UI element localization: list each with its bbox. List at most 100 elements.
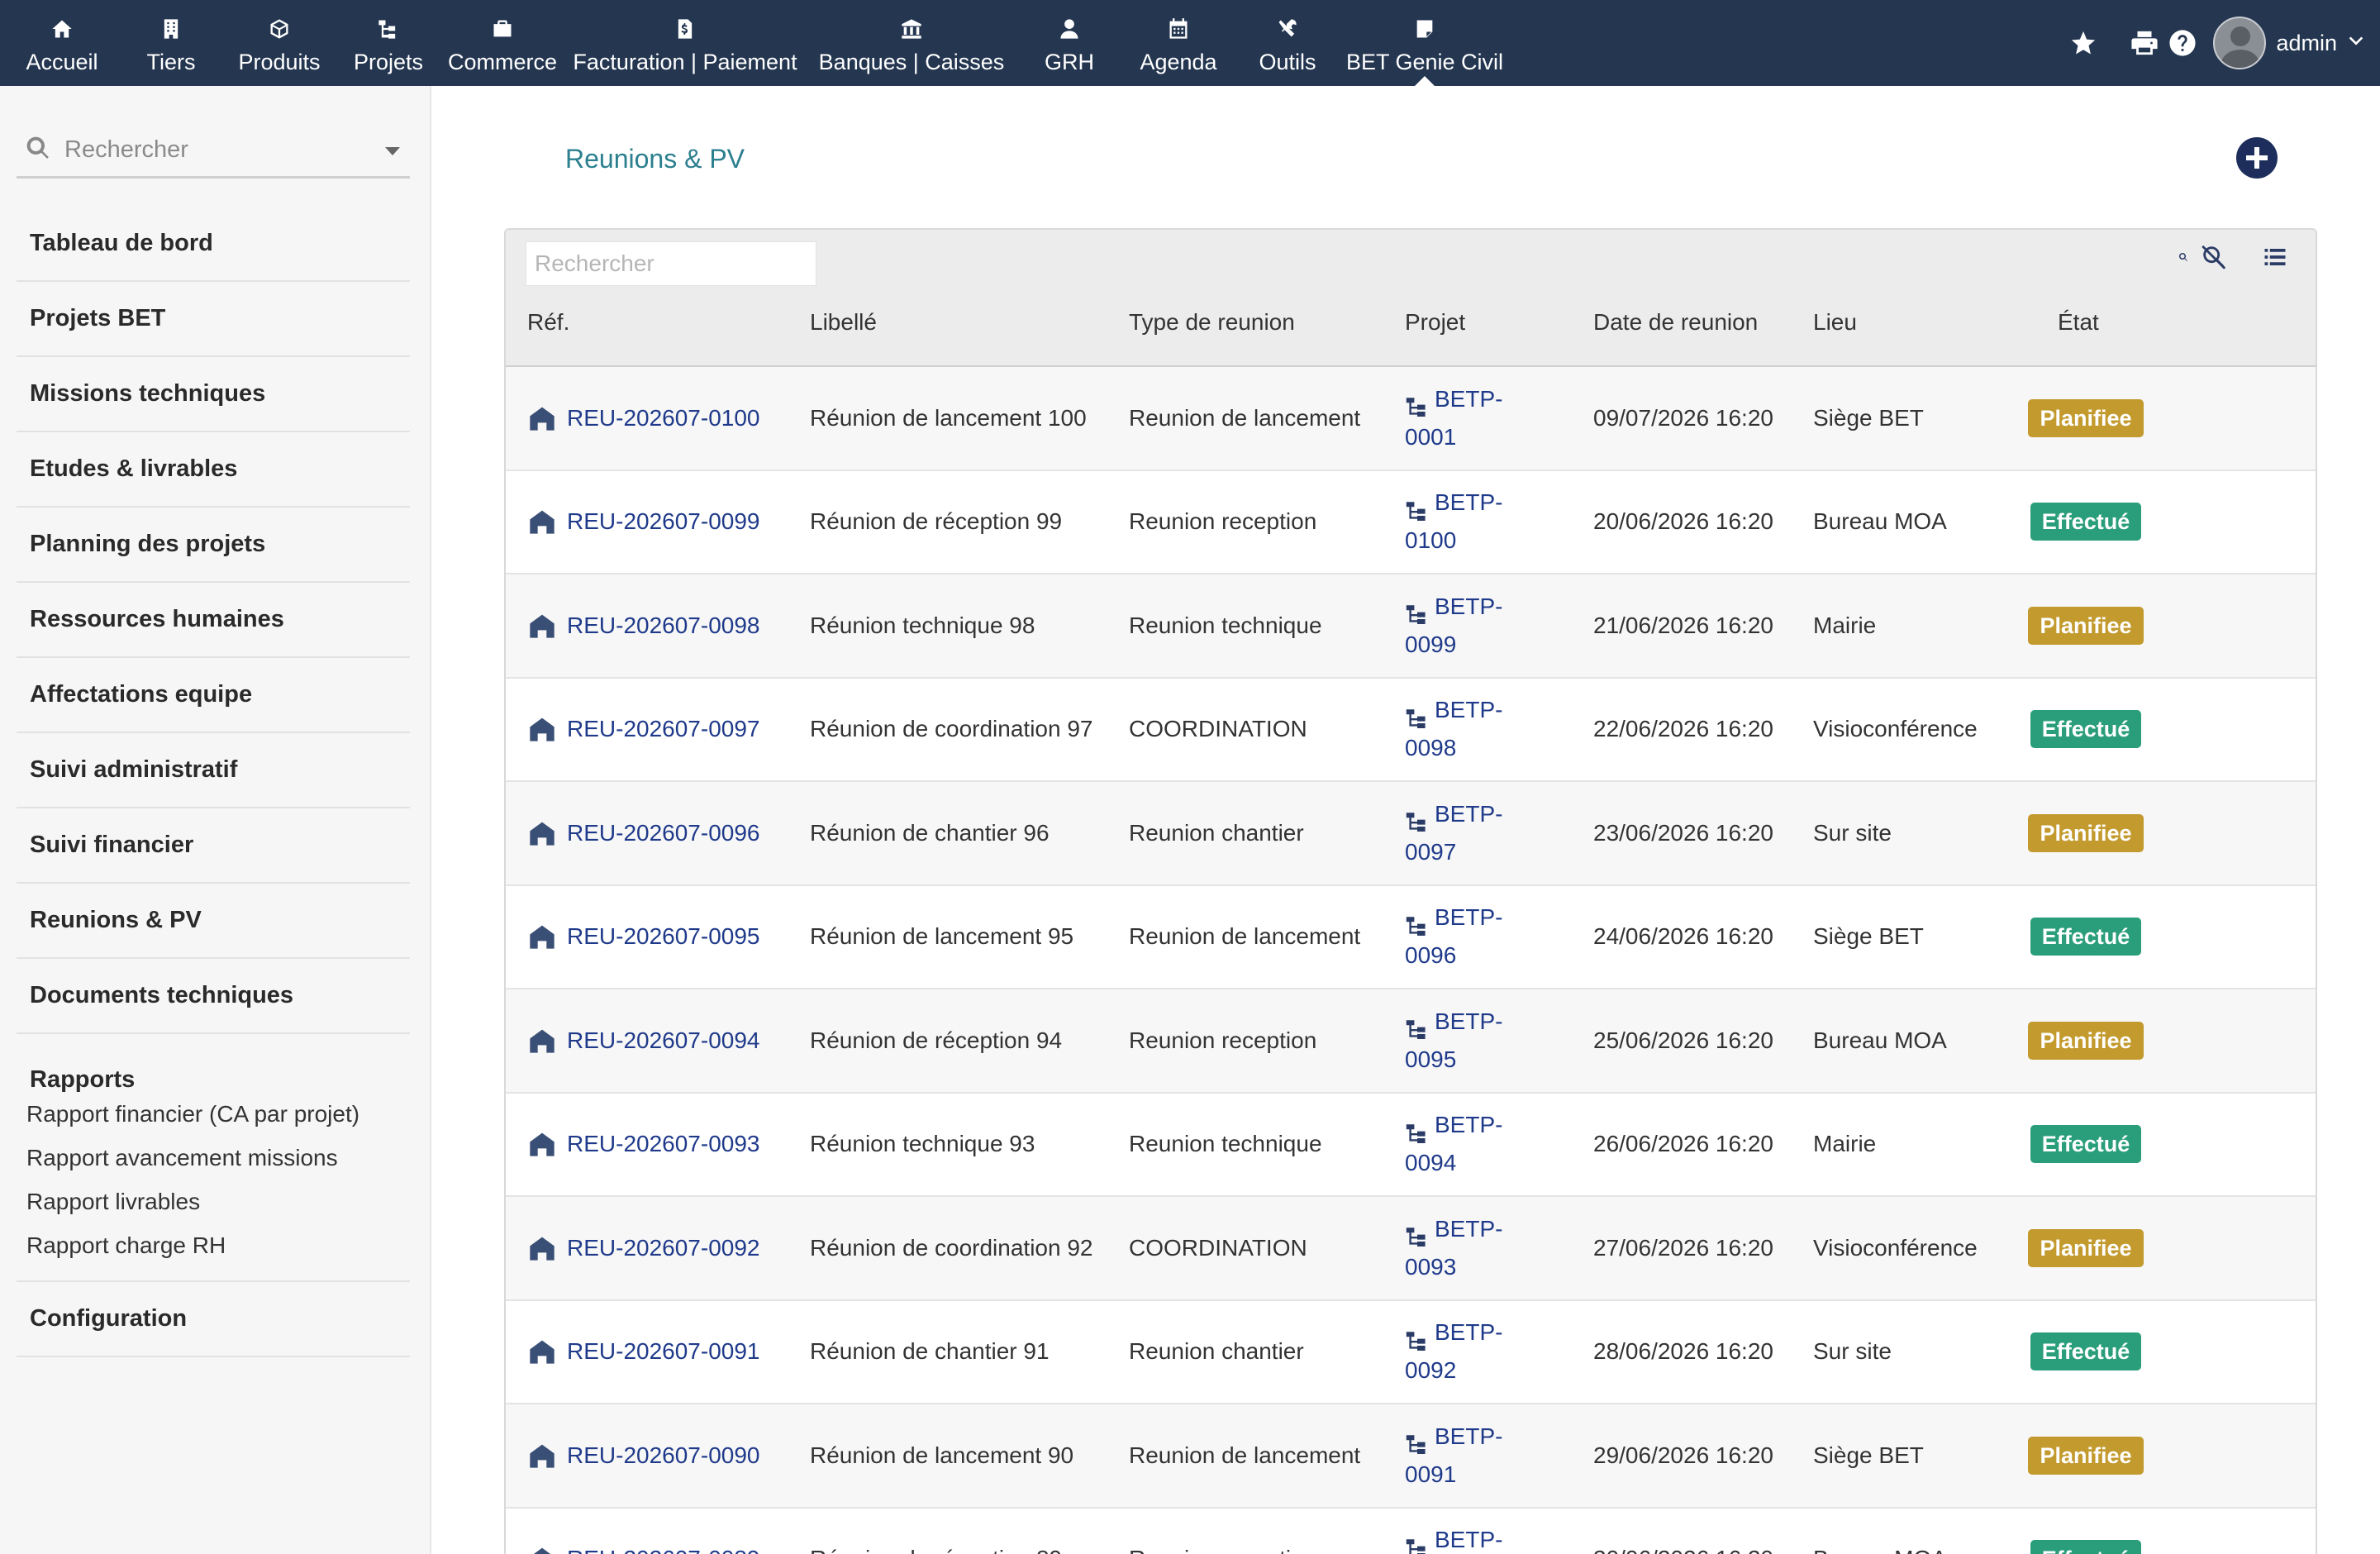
sidebar-item-suivi-administratif[interactable]: Suivi administratif xyxy=(17,733,410,808)
projet-link[interactable]: BETP-0093 xyxy=(1405,1210,1537,1286)
projet-link[interactable]: BETP-0090 xyxy=(1405,1521,1537,1554)
projet-cell: BETP-0098 xyxy=(1405,679,1537,781)
lieu-cell: Bureau MOA xyxy=(1813,1027,1947,1053)
ref-cell: REU-202607-0095 xyxy=(529,886,760,989)
sidebar-item-rapports[interactable]: Rapports xyxy=(17,1034,410,1099)
projet-link[interactable]: BETP-0099 xyxy=(1405,588,1537,664)
help-icon[interactable] xyxy=(2163,24,2202,62)
nav-item-banques-caisses[interactable]: Banques | Caisses xyxy=(802,0,1021,86)
sidebar-search[interactable] xyxy=(17,124,410,179)
projet-link[interactable]: BETP-0095 xyxy=(1405,1003,1537,1079)
date-cell: 25/06/2026 16:20 xyxy=(1593,1027,1773,1053)
ref-link[interactable]: REU-202607-0100 xyxy=(567,399,760,437)
rapports-submenu: Rapport financier (CA par projet) Rapport… xyxy=(17,1092,410,1267)
column-header[interactable]: Lieu xyxy=(1813,309,1857,336)
sidebar-subitem-report[interactable]: Rapport avancement missions xyxy=(26,1136,410,1180)
sidebar-item-missions-techniques[interactable]: Missions techniques xyxy=(17,357,410,432)
ref-link[interactable]: REU-202607-0098 xyxy=(567,607,760,645)
column-header[interactable]: Date de reunion xyxy=(1593,309,1758,336)
small-search-icon[interactable] xyxy=(2178,252,2188,262)
etat-cell: Effectué xyxy=(2020,1094,2152,1196)
nav-item-bet-genie-civil[interactable]: BET Genie Civil xyxy=(1335,0,1514,86)
sidebar-item-suivi-financier[interactable]: Suivi financier xyxy=(17,808,410,884)
nav-item-outils[interactable]: Outils xyxy=(1240,0,1335,86)
sidebar-subitem-report[interactable]: Rapport financier (CA par projet) xyxy=(26,1092,410,1136)
sidebar-item-tableau-de-bord[interactable]: Tableau de bord xyxy=(17,207,410,282)
user-menu[interactable]: admin xyxy=(2213,17,2365,69)
sidebar-item-configuration[interactable]: Configuration xyxy=(17,1282,410,1357)
project-icon xyxy=(1405,909,1430,936)
nav-item-label: Agenda xyxy=(1140,50,1217,74)
projet-link[interactable]: BETP-0092 xyxy=(1405,1313,1537,1390)
column-header[interactable]: Libellé xyxy=(810,309,877,336)
status-badge: Effectué xyxy=(2030,1332,2142,1371)
nav-item-tiers[interactable]: Tiers xyxy=(124,0,218,86)
ref-link[interactable]: REU-202607-0092 xyxy=(567,1229,760,1267)
ref-link[interactable]: REU-202607-0089 xyxy=(567,1540,760,1554)
bank-icon xyxy=(900,15,923,43)
table-search-input[interactable] xyxy=(526,241,816,286)
ref-link[interactable]: REU-202607-0099 xyxy=(567,503,760,541)
sidebar-subitem-report[interactable]: Rapport livrables xyxy=(26,1180,410,1223)
nav-item-agenda[interactable]: Agenda xyxy=(1117,0,1240,86)
date-cell: 26/06/2026 16:20 xyxy=(1593,1131,1773,1157)
projet-link[interactable]: BETP-0094 xyxy=(1405,1106,1537,1182)
nav-item-produits[interactable]: Produits xyxy=(218,0,340,86)
status-badge: Effectué xyxy=(2030,1125,2142,1164)
ref-link[interactable]: REU-202607-0097 xyxy=(567,710,760,748)
libelle-cell: Réunion de réception 99 xyxy=(810,508,1063,535)
ref-link[interactable]: REU-202607-0091 xyxy=(567,1332,760,1370)
sidebar-item-planning-des-projets[interactable]: Planning des projets xyxy=(17,508,410,583)
etat-cell: Planifiee xyxy=(2020,782,2152,884)
type-cell: Reunion reception xyxy=(1129,508,1317,535)
projet-cell: BETP-0094 xyxy=(1405,1094,1537,1196)
column-header[interactable]: Projet xyxy=(1405,309,1465,336)
sidebar-item-etudes-livrables[interactable]: Etudes & livrables xyxy=(17,432,410,508)
ref-link[interactable]: REU-202607-0096 xyxy=(567,814,760,852)
status-badge: Planifiee xyxy=(2028,1021,2144,1060)
sidebar-item-documents-techniques[interactable]: Documents techniques xyxy=(17,959,410,1034)
projet-link[interactable]: BETP-0100 xyxy=(1405,484,1537,560)
libelle-cell: Réunion de réception 89 xyxy=(810,1509,1107,1554)
ref-cell: REU-202607-0093 xyxy=(529,1094,760,1196)
projet-link[interactable]: BETP-0001 xyxy=(1405,380,1537,456)
sidebar-item-affectations-equipe[interactable]: Affectations equipe xyxy=(17,658,410,733)
nav-item-projets[interactable]: Projets xyxy=(340,0,436,86)
sidebar-item-projets-bet[interactable]: Projets BET xyxy=(17,282,410,357)
add-button[interactable] xyxy=(2236,137,2278,179)
libelle-cell: Réunion de lancement 90 xyxy=(810,1442,1074,1468)
ref-link[interactable]: REU-202607-0093 xyxy=(567,1125,760,1163)
ref-link[interactable]: REU-202607-0090 xyxy=(567,1437,760,1475)
column-header[interactable]: Réf. xyxy=(527,309,569,336)
star-icon[interactable] xyxy=(2064,24,2102,62)
clear-filter-icon[interactable] xyxy=(2200,243,2228,271)
print-icon[interactable] xyxy=(2125,24,2163,62)
projet-link[interactable]: BETP-0096 xyxy=(1405,899,1537,975)
ref-link[interactable]: REU-202607-0094 xyxy=(567,1022,760,1060)
etat-cell: Effectué xyxy=(2020,1301,2152,1404)
sidebar-search-input[interactable] xyxy=(64,136,362,164)
date-cell: 20/06/2026 16:20 xyxy=(1593,508,1773,535)
type-cell: COORDINATION xyxy=(1129,716,1307,742)
dropdown-arrow-icon[interactable] xyxy=(385,147,400,155)
column-header[interactable]: État xyxy=(2058,309,2099,336)
sidebar-item-ressources-humaines[interactable]: Ressources humaines xyxy=(17,583,410,658)
project-icon xyxy=(1405,805,1430,832)
libelle-cell: Réunion de coordination 97 xyxy=(810,716,1093,742)
sidebar-item-reunions-pv[interactable]: Reunions & PV xyxy=(17,884,410,959)
projet-link[interactable]: BETP-0098 xyxy=(1405,691,1537,767)
projet-link[interactable]: BETP-0097 xyxy=(1405,795,1537,871)
nav-item-accueil[interactable]: Accueil xyxy=(0,0,124,86)
sidebar-subitem-report[interactable]: Rapport charge RH xyxy=(26,1223,410,1267)
projet-link[interactable]: BETP-0091 xyxy=(1405,1418,1537,1494)
meeting-icon xyxy=(529,613,555,639)
nav-item-facturation-paiement[interactable]: Facturation | Paiement xyxy=(569,0,802,86)
date-cell: 23/06/2026 16:20 xyxy=(1593,819,1773,846)
ref-link[interactable]: REU-202607-0095 xyxy=(567,918,760,956)
nav-item-grh[interactable]: GRH xyxy=(1021,0,1117,86)
nav-item-commerce[interactable]: Commerce xyxy=(436,0,569,86)
ref-cell: REU-202607-0097 xyxy=(529,679,760,781)
top-right-tools: admin xyxy=(2064,0,2380,86)
column-header[interactable]: Type de reunion xyxy=(1129,309,1295,336)
list-view-icon[interactable] xyxy=(2263,245,2287,269)
